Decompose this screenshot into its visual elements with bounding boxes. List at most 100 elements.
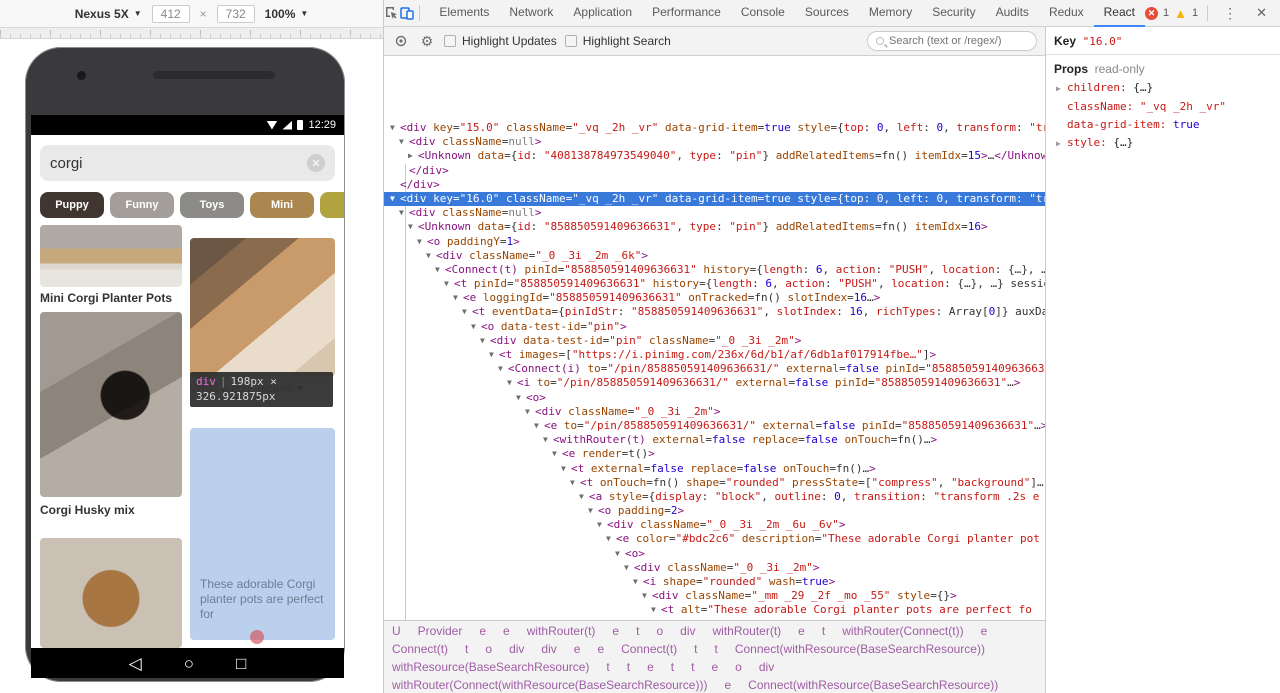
chevron-down-icon[interactable]: ▼ xyxy=(390,192,400,206)
chevron-down-icon[interactable]: ▼ xyxy=(399,135,409,149)
chevron-down-icon[interactable]: ▼ xyxy=(498,362,508,376)
tree-row[interactable]: ▼<o padding=2> xyxy=(384,504,1045,518)
chevron-down-icon[interactable]: ▼ xyxy=(480,334,490,348)
tab-network[interactable]: Network xyxy=(499,0,563,27)
breadcrumb-item[interactable]: Provider xyxy=(418,624,463,638)
device-width-input[interactable] xyxy=(152,5,190,23)
filter-chip-mini[interactable]: Mini xyxy=(250,192,314,218)
clear-search-button[interactable]: ✕ xyxy=(307,154,325,172)
breadcrumb-item[interactable]: t xyxy=(465,642,468,656)
pin-image-planter[interactable] xyxy=(40,225,182,287)
breadcrumb-item[interactable]: e xyxy=(981,624,988,638)
gear-icon[interactable]: ⚙ xyxy=(418,33,436,50)
highlight-search-checkbox[interactable] xyxy=(565,35,577,47)
breadcrumb-item[interactable]: div xyxy=(680,624,695,638)
react-search-input[interactable] xyxy=(889,35,1024,47)
chevron-right-icon[interactable]: ▶ xyxy=(1056,81,1067,97)
tab-console[interactable]: Console xyxy=(731,0,795,27)
breadcrumb-item[interactable]: t xyxy=(822,624,825,638)
chevron-down-icon[interactable]: ▼ xyxy=(444,277,454,291)
pin-title[interactable]: Mini Corgi Planter Pots xyxy=(40,291,182,305)
tree-row[interactable]: ▼<div key="15.0" className="_vq _2h _vr"… xyxy=(384,121,1045,135)
chevron-down-icon[interactable]: ▼ xyxy=(624,561,634,575)
chevron-down-icon[interactable]: ▼ xyxy=(660,618,670,620)
devtools-close-icon[interactable]: ✕ xyxy=(1248,5,1275,21)
chevron-down-icon[interactable]: ▼ xyxy=(471,320,481,334)
tree-row[interactable]: ▼<div className="_mm _29 _2f _mo _55" st… xyxy=(384,589,1045,603)
chevron-down-icon[interactable]: ▼ xyxy=(417,235,427,249)
chevron-down-icon[interactable]: ▼ xyxy=(516,391,526,405)
tree-row[interactable]: ▼<withRouter(t) external=false replace=f… xyxy=(384,433,1045,447)
chevron-down-icon[interactable]: ▼ xyxy=(543,433,553,447)
tab-performance[interactable]: Performance xyxy=(642,0,731,27)
breadcrumb-item[interactable]: o xyxy=(735,660,742,674)
tab-security[interactable]: Security xyxy=(922,0,985,27)
chevron-down-icon[interactable]: ▼ xyxy=(561,462,571,476)
chevron-down-icon[interactable]: ▼ xyxy=(426,249,436,263)
tree-row[interactable]: ▶<Unknown data={id: "408138784973549040"… xyxy=(384,149,1045,163)
tree-row[interactable]: ▼<Unknown data={id: "858850591409636631"… xyxy=(384,220,1045,234)
pin-image-snow-highlighted[interactable]: These adorable Corgi planter pots are pe… xyxy=(190,428,335,640)
chevron-down-icon[interactable]: ▼ xyxy=(588,504,598,518)
chevron-down-icon[interactable]: ▼ xyxy=(390,121,400,135)
tree-row[interactable]: ▼<o paddingY=1> xyxy=(384,235,1045,249)
breadcrumb-item[interactable]: e xyxy=(798,624,805,638)
chevron-down-icon[interactable]: ▼ xyxy=(399,206,409,220)
highlight-updates-checkbox[interactable] xyxy=(444,35,456,47)
tree-row[interactable]: ▼<o data-test-id="pin"> xyxy=(384,320,1045,334)
breadcrumb-item[interactable]: div xyxy=(509,642,524,656)
breadcrumb-item[interactable]: t xyxy=(691,660,694,674)
select-element-target-icon[interactable] xyxy=(392,34,410,48)
tree-row[interactable]: ▼<t external=false replace=false onTouch… xyxy=(384,462,1045,476)
pin-save-button[interactable] xyxy=(250,630,264,644)
chevron-down-icon[interactable]: ▼ xyxy=(579,490,589,504)
chevron-down-icon[interactable]: ▼ xyxy=(435,263,445,277)
prop-row[interactable]: ▶style: {…} xyxy=(1046,134,1280,153)
breadcrumb-item[interactable]: t xyxy=(606,660,609,674)
breadcrumb-item[interactable]: e xyxy=(724,678,731,692)
tree-row[interactable]: ▼<div className="_0 _3i _2m _6u _6v"> xyxy=(384,518,1045,532)
pin-image-husky[interactable] xyxy=(40,312,182,497)
tab-elements[interactable]: Elements xyxy=(429,0,499,27)
inspect-element-icon[interactable] xyxy=(384,0,399,27)
tree-row[interactable]: ▼<o> xyxy=(384,547,1045,561)
tree-row[interactable]: ▼<o> xyxy=(384,391,1045,405)
tree-row[interactable]: ▼<t alt="These adorable Corgi planter po… xyxy=(384,603,1045,617)
chevron-down-icon[interactable]: ▼ xyxy=(534,419,544,433)
tree-row[interactable]: ▼<e to="/pin/858850591409636631/" extern… xyxy=(384,419,1045,433)
tab-application[interactable]: Application xyxy=(563,0,642,27)
chevron-down-icon[interactable]: ▼ xyxy=(489,348,499,362)
tree-row[interactable]: ▼<div className="_0 _3i _2m"> xyxy=(384,561,1045,575)
pin-image-corgi-face[interactable] xyxy=(40,538,182,648)
tree-row[interactable]: ▼<div className=null> xyxy=(384,135,1045,149)
chevron-down-icon[interactable]: ▼ xyxy=(408,220,418,234)
breadcrumb-item[interactable]: withRouter(t) xyxy=(712,624,781,638)
tree-row[interactable]: </div> xyxy=(384,164,1045,178)
tree-row[interactable]: ▼<e color="#bdc2c6" description="These a… xyxy=(384,532,1045,546)
breadcrumb-item[interactable]: e xyxy=(711,660,718,674)
tree-row[interactable]: ▼<t eventData={pinIdStr: "85885059140963… xyxy=(384,305,1045,319)
nav-recents-button[interactable]: □ xyxy=(236,655,246,672)
chevron-down-icon[interactable]: ▼ xyxy=(462,305,472,319)
breadcrumb-item[interactable]: div xyxy=(541,642,556,656)
breadcrumb-item[interactable]: withRouter(Connect(withResource(BaseSear… xyxy=(392,678,707,692)
chevron-right-icon[interactable]: ▶ xyxy=(1056,136,1067,152)
tree-row[interactable]: ▼<t images=["https://i.pinimg.com/236x/6… xyxy=(384,348,1045,362)
tree-row[interactable]: ▼<i to="/pin/858850591409636631/" extern… xyxy=(384,376,1045,390)
toggle-device-toolbar-icon[interactable] xyxy=(399,0,414,27)
breadcrumb-item[interactable]: Connect(withResource(BaseSearchResource)… xyxy=(748,678,998,692)
filter-chip-puppy[interactable]: Puppy xyxy=(40,192,104,218)
tree-row[interactable]: ▼<i shape="rounded" wash=true> xyxy=(384,575,1045,589)
breadcrumb-item[interactable]: o xyxy=(656,624,663,638)
chevron-down-icon[interactable]: ▼ xyxy=(597,518,607,532)
device-zoom-select[interactable]: 100% ▼ xyxy=(265,7,309,21)
device-height-input[interactable] xyxy=(217,5,255,23)
tree-row[interactable]: ▼<t pinId="858850591409636631" history={… xyxy=(384,277,1045,291)
tree-row-selected[interactable]: ▼<div key="16.0" className="_vq _2h _vr"… xyxy=(384,192,1045,206)
tree-row[interactable]: ▼<Connect(t) pinId="858850591409636631" … xyxy=(384,263,1045,277)
tree-row[interactable]: </div> xyxy=(384,178,1045,192)
tab-react[interactable]: React xyxy=(1094,0,1145,27)
pin-title[interactable]: Corgi Husky mix xyxy=(40,503,182,517)
breadcrumb-item[interactable]: t xyxy=(715,642,718,656)
breadcrumb-item[interactable]: t xyxy=(627,660,630,674)
